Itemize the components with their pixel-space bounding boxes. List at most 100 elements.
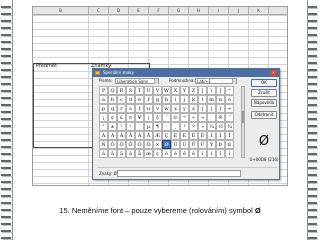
char-cell[interactable]: ^: [225, 86, 234, 95]
font-select[interactable]: Liberation Sans: [115, 78, 159, 84]
char-cell[interactable]: ¡: [99, 113, 108, 122]
char-cell[interactable]: £: [117, 113, 126, 122]
char-cell[interactable]: }: [216, 104, 225, 113]
char-cell[interactable]: u: [144, 104, 153, 113]
char-cell[interactable]: Á: [108, 131, 117, 140]
char-cell[interactable]: s: [126, 104, 135, 113]
char-cell[interactable]: È: [171, 131, 180, 140]
column-header-i[interactable]: I: [209, 7, 229, 15]
char-cell[interactable]: Ø: [162, 140, 171, 149]
char-cell[interactable]: ª: [180, 113, 189, 122]
char-cell[interactable]: Þ: [216, 140, 225, 149]
char-cell[interactable]: p: [99, 104, 108, 113]
char-cell[interactable]: é: [171, 149, 180, 158]
char-cell[interactable]: ­: [207, 113, 216, 122]
char-cell[interactable]: ß: [225, 140, 234, 149]
char-cell[interactable]: Ü: [198, 140, 207, 149]
char-cell[interactable]: o: [225, 95, 234, 104]
char-cell[interactable]: ¸: [171, 122, 180, 131]
char-cell[interactable]: °: [99, 122, 108, 131]
char-cell[interactable]: a: [99, 95, 108, 104]
char-cell[interactable]: t: [135, 104, 144, 113]
char-cell[interactable]: µ: [144, 122, 153, 131]
char-cell[interactable]: ã: [117, 149, 126, 158]
characters-field[interactable]: [117, 170, 241, 177]
column-header-h[interactable]: H: [189, 7, 209, 15]
char-cell[interactable]: Z: [189, 86, 198, 95]
char-cell[interactable]: e: [135, 95, 144, 104]
char-cell[interactable]: Q: [108, 86, 117, 95]
char-cell[interactable]: P: [99, 86, 108, 95]
scrollbar-thumb[interactable]: [242, 111, 244, 123]
char-cell[interactable]: ]: [216, 86, 225, 95]
char-cell[interactable]: ¢: [108, 113, 117, 122]
char-cell[interactable]: m: [207, 95, 216, 104]
char-cell[interactable]: {: [198, 104, 207, 113]
char-cell[interactable]: n: [216, 95, 225, 104]
char-cell[interactable]: Ý: [207, 140, 216, 149]
char-cell[interactable]: «: [189, 113, 198, 122]
char-cell[interactable]: W: [162, 86, 171, 95]
char-cell[interactable]: Ö: [144, 140, 153, 149]
char-cell[interactable]: q: [108, 104, 117, 113]
char-cell[interactable]: ²: [117, 122, 126, 131]
char-cell[interactable]: ³: [126, 122, 135, 131]
char-cell[interactable]: c: [117, 95, 126, 104]
char-cell[interactable]: ä: [126, 149, 135, 158]
char-cell[interactable]: Î: [225, 131, 234, 140]
char-cell[interactable]: À: [99, 131, 108, 140]
char-cell[interactable]: ¶: [153, 122, 162, 131]
char-cell[interactable]: Æ: [153, 131, 162, 140]
char-cell[interactable]: ¾: [225, 122, 234, 131]
char-cell[interactable]: º: [189, 122, 198, 131]
char-cell[interactable]: â: [108, 149, 117, 158]
close-icon[interactable]: ×: [270, 70, 277, 76]
char-cell[interactable]: y: [180, 104, 189, 113]
column-header-e[interactable]: E: [129, 7, 149, 15]
char-cell[interactable]: ¬: [198, 113, 207, 122]
column-header-d[interactable]: D: [109, 7, 129, 15]
ok-button[interactable]: OK: [251, 79, 277, 87]
char-cell[interactable]: á: [99, 149, 108, 158]
char-cell[interactable]: æ: [144, 149, 153, 158]
char-cell[interactable]: R: [117, 86, 126, 95]
char-cell[interactable]: ¹: [180, 122, 189, 131]
char-cell[interactable]: l: [198, 95, 207, 104]
cancel-button[interactable]: Zrušit: [251, 89, 277, 97]
char-cell[interactable]: b: [108, 95, 117, 104]
char-cell[interactable]: ±: [108, 122, 117, 131]
column-header-j[interactable]: J: [229, 7, 249, 15]
char-cell[interactable]: ¤: [126, 113, 135, 122]
char-cell[interactable]: Ô: [126, 140, 135, 149]
char-cell[interactable]: î: [216, 149, 225, 158]
char-cell[interactable]: ´: [135, 122, 144, 131]
char-cell[interactable]: ï: [225, 149, 234, 158]
char-cell[interactable]: k: [189, 95, 198, 104]
char-cell[interactable]: X: [171, 86, 180, 95]
char-cell[interactable]: ®: [216, 113, 225, 122]
charmap-scrollbar[interactable]: [241, 86, 245, 158]
delete-button[interactable]: Odstranit: [251, 111, 277, 119]
char-cell[interactable]: w: [162, 104, 171, 113]
char-cell[interactable]: ¼: [207, 122, 216, 131]
char-cell[interactable]: V: [153, 86, 162, 95]
char-cell[interactable]: ©: [171, 113, 180, 122]
char-cell[interactable]: d: [126, 95, 135, 104]
char-cell[interactable]: Ñ: [99, 140, 108, 149]
char-cell[interactable]: è: [162, 149, 171, 158]
char-cell[interactable]: i: [171, 95, 180, 104]
char-cell[interactable]: v: [153, 104, 162, 113]
column-header-g[interactable]: G: [169, 7, 189, 15]
char-cell[interactable]: å: [135, 149, 144, 158]
char-cell[interactable]: \: [207, 86, 216, 95]
column-header-k[interactable]: K: [249, 7, 269, 15]
char-cell[interactable]: Å: [144, 131, 153, 140]
char-cell[interactable]: Â: [117, 131, 126, 140]
char-cell[interactable]: f: [144, 95, 153, 104]
char-cell[interactable]: Ç: [162, 131, 171, 140]
char-cell[interactable]: ê: [180, 149, 189, 158]
subset-select[interactable]: Latin-1: [195, 78, 237, 84]
char-cell[interactable]: S: [126, 86, 135, 95]
char-cell[interactable]: ·: [162, 122, 171, 131]
help-button[interactable]: Nápověda: [251, 99, 277, 107]
